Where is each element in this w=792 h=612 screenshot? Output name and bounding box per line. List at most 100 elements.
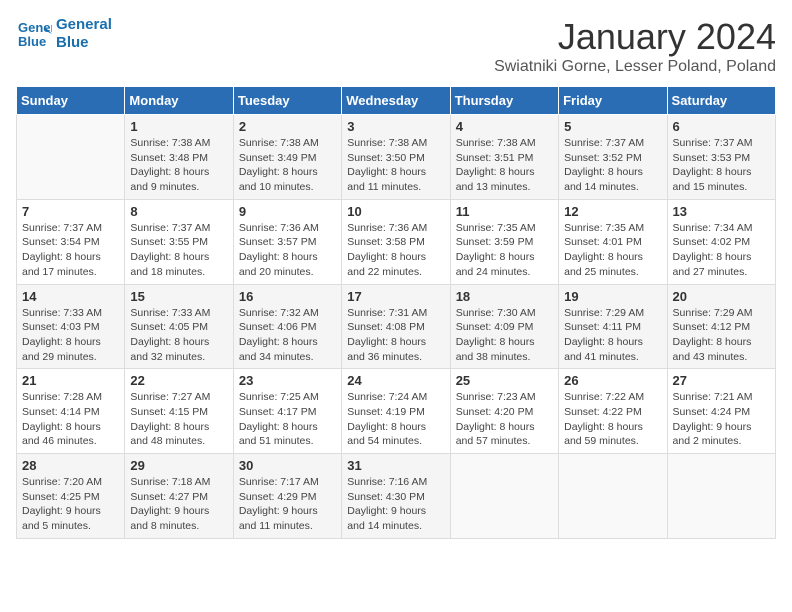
- day-info: Sunrise: 7:29 AM Sunset: 4:12 PM Dayligh…: [673, 306, 770, 365]
- day-number: 8: [130, 204, 227, 219]
- week-row-2: 7Sunrise: 7:37 AM Sunset: 3:54 PM Daylig…: [17, 199, 776, 284]
- day-cell: 2 Sunrise: 7:38 AM Sunset: 3:49 PM Daylig…: [233, 115, 341, 200]
- day-cell: 29Sunrise: 7:18 AM Sunset: 4:27 PM Dayli…: [125, 454, 233, 539]
- week-row-1: 1 Sunrise: 7:38 AM Sunset: 3:48 PM Daylig…: [17, 115, 776, 200]
- header-cell-wednesday: Wednesday: [342, 87, 450, 115]
- week-row-4: 21 Sunrise: 7:28 AM Sunset: 4:14 PM Dayli…: [17, 369, 776, 454]
- day-info: Sunrise: 7:38 AM Sunset: 3:49 PM Dayligh…: [239, 136, 336, 195]
- day-cell: 26Sunrise: 7:22 AM Sunset: 4:22 PM Dayli…: [559, 369, 667, 454]
- day-cell: 30 Sunrise: 7:17 AM Sunset: 4:29 PM Dayli…: [233, 454, 341, 539]
- day-info: Sunrise: 7:36 AM Sunset: 3:57 PM Dayligh…: [239, 221, 336, 280]
- day-info: Sunrise: 7:18 AM Sunset: 4:27 PM Dayligh…: [130, 475, 227, 534]
- header-cell-thursday: Thursday: [450, 87, 558, 115]
- day-info: Sunrise: 7:17 AM Sunset: 4:29 PM Dayligh…: [239, 475, 336, 534]
- day-info: Sunrise: 7:22 AM Sunset: 4:22 PM Dayligh…: [564, 390, 661, 449]
- day-cell: 8Sunrise: 7:37 AM Sunset: 3:55 PM Daylig…: [125, 199, 233, 284]
- day-info: Sunrise: 7:37 AM Sunset: 3:53 PM Dayligh…: [673, 136, 770, 195]
- day-info: Sunrise: 7:38 AM Sunset: 3:51 PM Dayligh…: [456, 136, 553, 195]
- header-cell-saturday: Saturday: [667, 87, 775, 115]
- day-cell: 24Sunrise: 7:24 AM Sunset: 4:19 PM Dayli…: [342, 369, 450, 454]
- day-number: 19: [564, 289, 661, 304]
- day-cell: 18 Sunrise: 7:30 AM Sunset: 4:09 PM Dayli…: [450, 284, 558, 369]
- day-number: 27: [673, 373, 770, 388]
- day-number: 6: [673, 119, 770, 134]
- day-info: Sunrise: 7:27 AM Sunset: 4:15 PM Dayligh…: [130, 390, 227, 449]
- logo: General Blue General Blue: [16, 16, 112, 52]
- month-title: January 2024: [494, 16, 776, 58]
- day-number: 28: [22, 458, 119, 473]
- day-number: 2: [239, 119, 336, 134]
- day-number: 5: [564, 119, 661, 134]
- day-number: 31: [347, 458, 444, 473]
- calendar-header-row: SundayMondayTuesdayWednesdayThursdayFrid…: [17, 87, 776, 115]
- day-number: 10: [347, 204, 444, 219]
- day-number: 4: [456, 119, 553, 134]
- day-cell: 27 Sunrise: 7:21 AM Sunset: 4:24 PM Dayli…: [667, 369, 775, 454]
- calendar-table: SundayMondayTuesdayWednesdayThursdayFrid…: [16, 86, 776, 539]
- day-info: Sunrise: 7:23 AM Sunset: 4:20 PM Dayligh…: [456, 390, 553, 449]
- day-cell: 7Sunrise: 7:37 AM Sunset: 3:54 PM Daylig…: [17, 199, 125, 284]
- day-info: Sunrise: 7:38 AM Sunset: 3:48 PM Dayligh…: [130, 136, 227, 195]
- day-cell: 20 Sunrise: 7:29 AM Sunset: 4:12 PM Dayli…: [667, 284, 775, 369]
- day-number: 18: [456, 289, 553, 304]
- day-info: Sunrise: 7:20 AM Sunset: 4:25 PM Dayligh…: [22, 475, 119, 534]
- logo-line2: Blue: [56, 34, 112, 52]
- day-cell: 9 Sunrise: 7:36 AM Sunset: 3:57 PM Daylig…: [233, 199, 341, 284]
- svg-text:Blue: Blue: [18, 34, 46, 49]
- location-title: Swiatniki Gorne, Lesser Poland, Poland: [494, 58, 776, 76]
- day-number: 11: [456, 204, 553, 219]
- day-cell: 16Sunrise: 7:32 AM Sunset: 4:06 PM Dayli…: [233, 284, 341, 369]
- day-cell: 10 Sunrise: 7:36 AM Sunset: 3:58 PM Dayli…: [342, 199, 450, 284]
- header-cell-tuesday: Tuesday: [233, 87, 341, 115]
- day-info: Sunrise: 7:32 AM Sunset: 4:06 PM Dayligh…: [239, 306, 336, 365]
- day-cell: 12Sunrise: 7:35 AM Sunset: 4:01 PM Dayli…: [559, 199, 667, 284]
- title-area: January 2024 Swiatniki Gorne, Lesser Pol…: [494, 16, 776, 76]
- day-info: Sunrise: 7:35 AM Sunset: 4:01 PM Dayligh…: [564, 221, 661, 280]
- day-info: Sunrise: 7:35 AM Sunset: 3:59 PM Dayligh…: [456, 221, 553, 280]
- header: General Blue General Blue January 2024 S…: [16, 16, 776, 76]
- day-info: Sunrise: 7:30 AM Sunset: 4:09 PM Dayligh…: [456, 306, 553, 365]
- day-number: 25: [456, 373, 553, 388]
- day-number: 30: [239, 458, 336, 473]
- day-number: 20: [673, 289, 770, 304]
- day-number: 3: [347, 119, 444, 134]
- day-number: 1: [130, 119, 227, 134]
- day-cell: 4 Sunrise: 7:38 AM Sunset: 3:51 PM Daylig…: [450, 115, 558, 200]
- day-cell: [450, 454, 558, 539]
- day-number: 9: [239, 204, 336, 219]
- day-number: 21: [22, 373, 119, 388]
- header-cell-friday: Friday: [559, 87, 667, 115]
- day-info: Sunrise: 7:29 AM Sunset: 4:11 PM Dayligh…: [564, 306, 661, 365]
- day-number: 13: [673, 204, 770, 219]
- svg-text:General: General: [18, 20, 52, 35]
- day-cell: 15Sunrise: 7:33 AM Sunset: 4:05 PM Dayli…: [125, 284, 233, 369]
- day-info: Sunrise: 7:28 AM Sunset: 4:14 PM Dayligh…: [22, 390, 119, 449]
- day-info: Sunrise: 7:25 AM Sunset: 4:17 PM Dayligh…: [239, 390, 336, 449]
- week-row-3: 14 Sunrise: 7:33 AM Sunset: 4:03 PM Dayli…: [17, 284, 776, 369]
- day-number: 7: [22, 204, 119, 219]
- logo-line1: General: [56, 16, 112, 34]
- week-row-5: 28 Sunrise: 7:20 AM Sunset: 4:25 PM Dayli…: [17, 454, 776, 539]
- day-cell: 14 Sunrise: 7:33 AM Sunset: 4:03 PM Dayli…: [17, 284, 125, 369]
- header-cell-monday: Monday: [125, 87, 233, 115]
- day-info: Sunrise: 7:33 AM Sunset: 4:03 PM Dayligh…: [22, 306, 119, 365]
- day-cell: 13 Sunrise: 7:34 AM Sunset: 4:02 PM Dayli…: [667, 199, 775, 284]
- day-cell: 3Sunrise: 7:38 AM Sunset: 3:50 PM Daylig…: [342, 115, 450, 200]
- day-cell: 31Sunrise: 7:16 AM Sunset: 4:30 PM Dayli…: [342, 454, 450, 539]
- day-info: Sunrise: 7:31 AM Sunset: 4:08 PM Dayligh…: [347, 306, 444, 365]
- day-number: 23: [239, 373, 336, 388]
- day-cell: 23 Sunrise: 7:25 AM Sunset: 4:17 PM Dayli…: [233, 369, 341, 454]
- day-cell: 5 Sunrise: 7:37 AM Sunset: 3:52 PM Daylig…: [559, 115, 667, 200]
- day-cell: 22Sunrise: 7:27 AM Sunset: 4:15 PM Dayli…: [125, 369, 233, 454]
- day-cell: 25 Sunrise: 7:23 AM Sunset: 4:20 PM Dayli…: [450, 369, 558, 454]
- day-cell: 21 Sunrise: 7:28 AM Sunset: 4:14 PM Dayli…: [17, 369, 125, 454]
- day-cell: 28 Sunrise: 7:20 AM Sunset: 4:25 PM Dayli…: [17, 454, 125, 539]
- day-info: Sunrise: 7:36 AM Sunset: 3:58 PM Dayligh…: [347, 221, 444, 280]
- day-number: 14: [22, 289, 119, 304]
- day-info: Sunrise: 7:34 AM Sunset: 4:02 PM Dayligh…: [673, 221, 770, 280]
- day-info: Sunrise: 7:21 AM Sunset: 4:24 PM Dayligh…: [673, 390, 770, 449]
- day-cell: [17, 115, 125, 200]
- day-info: Sunrise: 7:24 AM Sunset: 4:19 PM Dayligh…: [347, 390, 444, 449]
- day-cell: [667, 454, 775, 539]
- day-info: Sunrise: 7:37 AM Sunset: 3:52 PM Dayligh…: [564, 136, 661, 195]
